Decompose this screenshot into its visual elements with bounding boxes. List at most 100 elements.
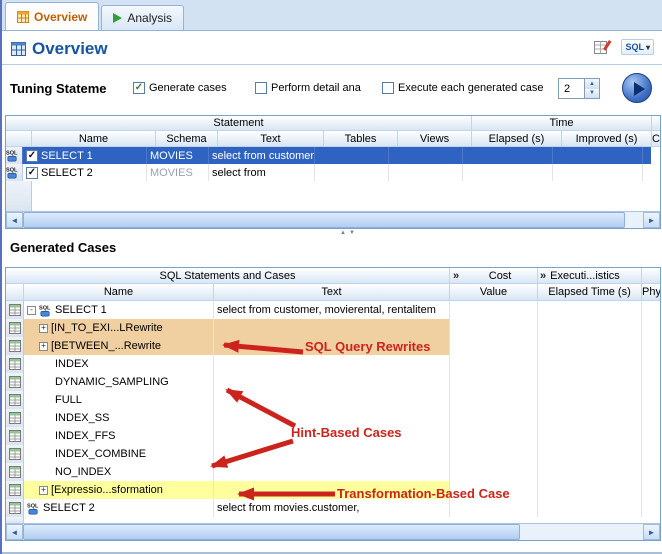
col-views[interactable]: Views [398,131,472,147]
scroll-right-button[interactable] [643,212,660,228]
sql-statement-icon [6,149,19,162]
scroll-left-button[interactable] [6,212,23,228]
col-elapsed-time[interactable]: Elapsed Time (s) [538,284,642,301]
case-row[interactable]: +[Expressio...sformation [6,481,660,499]
case-name: [IN_TO_EXI...LRewrite [51,322,163,334]
group-overflow [652,116,660,131]
scrollbar-track [520,524,643,540]
col-elapsed[interactable]: Elapsed (s) [472,131,562,147]
statements-table: Statement Time Name Schema Text Tables V… [5,115,661,229]
case-row[interactable]: INDEX [6,355,660,373]
group-exec-label: Executi...istics [550,270,620,282]
case-name: SELECT 2 [43,502,95,514]
case-name: SELECT 1 [55,304,107,316]
execute-each-checkbox[interactable] [382,82,394,94]
case-text: select from movies.customer, [214,502,359,514]
header-toolbar: SQL [594,38,654,55]
scrollbar-thumb[interactable] [23,524,520,540]
case-count-value[interactable]: 2 [558,78,585,99]
case-grid-icon [9,304,21,316]
edit-statement-icon[interactable] [594,38,612,55]
col-text[interactable]: Text [218,131,324,147]
case-grid-icon [9,466,21,478]
case-grid-icon [9,376,21,388]
statement-text: select from customer, [209,150,315,162]
case-grid-icon [9,484,21,496]
row-gutter [6,147,23,164]
col-gutter [6,284,24,301]
spinner-down-button[interactable] [585,89,599,99]
case-row[interactable]: FULL [6,391,660,409]
case-row[interactable]: DYNAMIC_SAMPLING [6,373,660,391]
row-gutter [6,319,24,337]
collapsed-columns-icon[interactable]: » [450,270,459,282]
splitter-up-icon [340,230,346,236]
tuning-toolbar: Tuning Stateme Generate cases Perform de… [2,65,662,115]
case-row[interactable]: +[IN_TO_EXI...LRewrite [6,319,660,337]
sql-statement-icon [6,166,19,179]
collapsed-columns-icon[interactable]: » [538,270,546,282]
col-gutter [6,131,32,147]
application-window: Overview Analysis Overview SQL Tuning St… [0,0,662,554]
row-gutter [6,373,24,391]
perform-detail-option: Perform detail ana [255,82,361,94]
annotation-hint-based-cases: Hint-Based Cases [291,425,402,440]
expander-icon[interactable]: + [39,342,48,351]
statement-row[interactable]: SELECT 1 MOVIES select from customer, [6,147,660,164]
case-row[interactable]: INDEX_COMBINE [6,445,660,463]
row-gutter [6,481,24,499]
statement-name: SELECT 1 [41,150,93,162]
generate-cases-checkbox[interactable] [133,82,145,94]
case-grid-icon [9,358,21,370]
perform-detail-checkbox[interactable] [255,82,267,94]
generated-cases-title: Generated Cases [10,240,116,255]
case-name: INDEX_COMBINE [55,448,146,460]
page-title: Overview [32,39,108,59]
col-overflow: C [652,131,660,147]
cases-hscrollbar [6,523,660,540]
pane-splitter[interactable] [340,230,355,236]
tuning-statements-label: Tuning Stateme [10,81,107,96]
expander-icon[interactable]: - [27,306,36,315]
statement-row[interactable]: SELECT 2 MOVIES select from [6,164,660,181]
execute-each-option: Execute each generated case [382,82,544,94]
col-tables[interactable]: Tables [324,131,398,147]
case-name: [BETWEEN_...Rewrite [51,340,161,352]
scroll-right-button[interactable] [643,524,660,540]
scroll-left-button[interactable] [6,524,23,540]
case-row[interactable]: SELECT 2 select from movies.customer, [6,499,660,517]
row-gutter [6,463,24,481]
tab-overview[interactable]: Overview [5,2,99,30]
scrollbar-thumb[interactable] [23,212,625,228]
row-gutter [6,445,24,463]
row-gutter [6,427,24,445]
case-grid-icon [9,322,21,334]
case-row[interactable]: - SELECT 1 select from customer, movieren… [6,301,660,319]
expander-icon[interactable]: + [39,324,48,333]
analysis-play-icon [113,13,122,23]
col-name[interactable]: Name [32,131,156,147]
expander-icon[interactable]: + [39,486,48,495]
page-header: Overview SQL [2,31,662,65]
col-value[interactable]: Value [450,284,538,301]
col-text[interactable]: Text [214,284,450,301]
statement-schema: MOVIES [147,167,193,179]
generate-cases-option: Generate cases [133,82,227,94]
statement-checkbox[interactable] [26,150,38,162]
group-cost: » Cost [450,268,538,284]
case-row[interactable]: NO_INDEX [6,463,660,481]
row-gutter [6,337,24,355]
spinner-up-button[interactable] [585,79,599,89]
tab-analysis[interactable]: Analysis [101,5,184,30]
sql-dropdown-label: SQL [625,42,644,52]
col-name[interactable]: Name [24,284,214,301]
case-text: select from customer, movierental, renta… [214,304,436,316]
overview-title-icon [11,42,26,56]
col-improved[interactable]: Improved (s) [562,131,652,147]
col-schema[interactable]: Schema [156,131,218,147]
sql-statement-icon [27,502,40,515]
statement-checkbox[interactable] [26,167,38,179]
tab-overview-label: Overview [34,10,87,24]
sql-dropdown-button[interactable]: SQL [621,39,654,55]
run-tuning-button[interactable] [622,73,652,103]
